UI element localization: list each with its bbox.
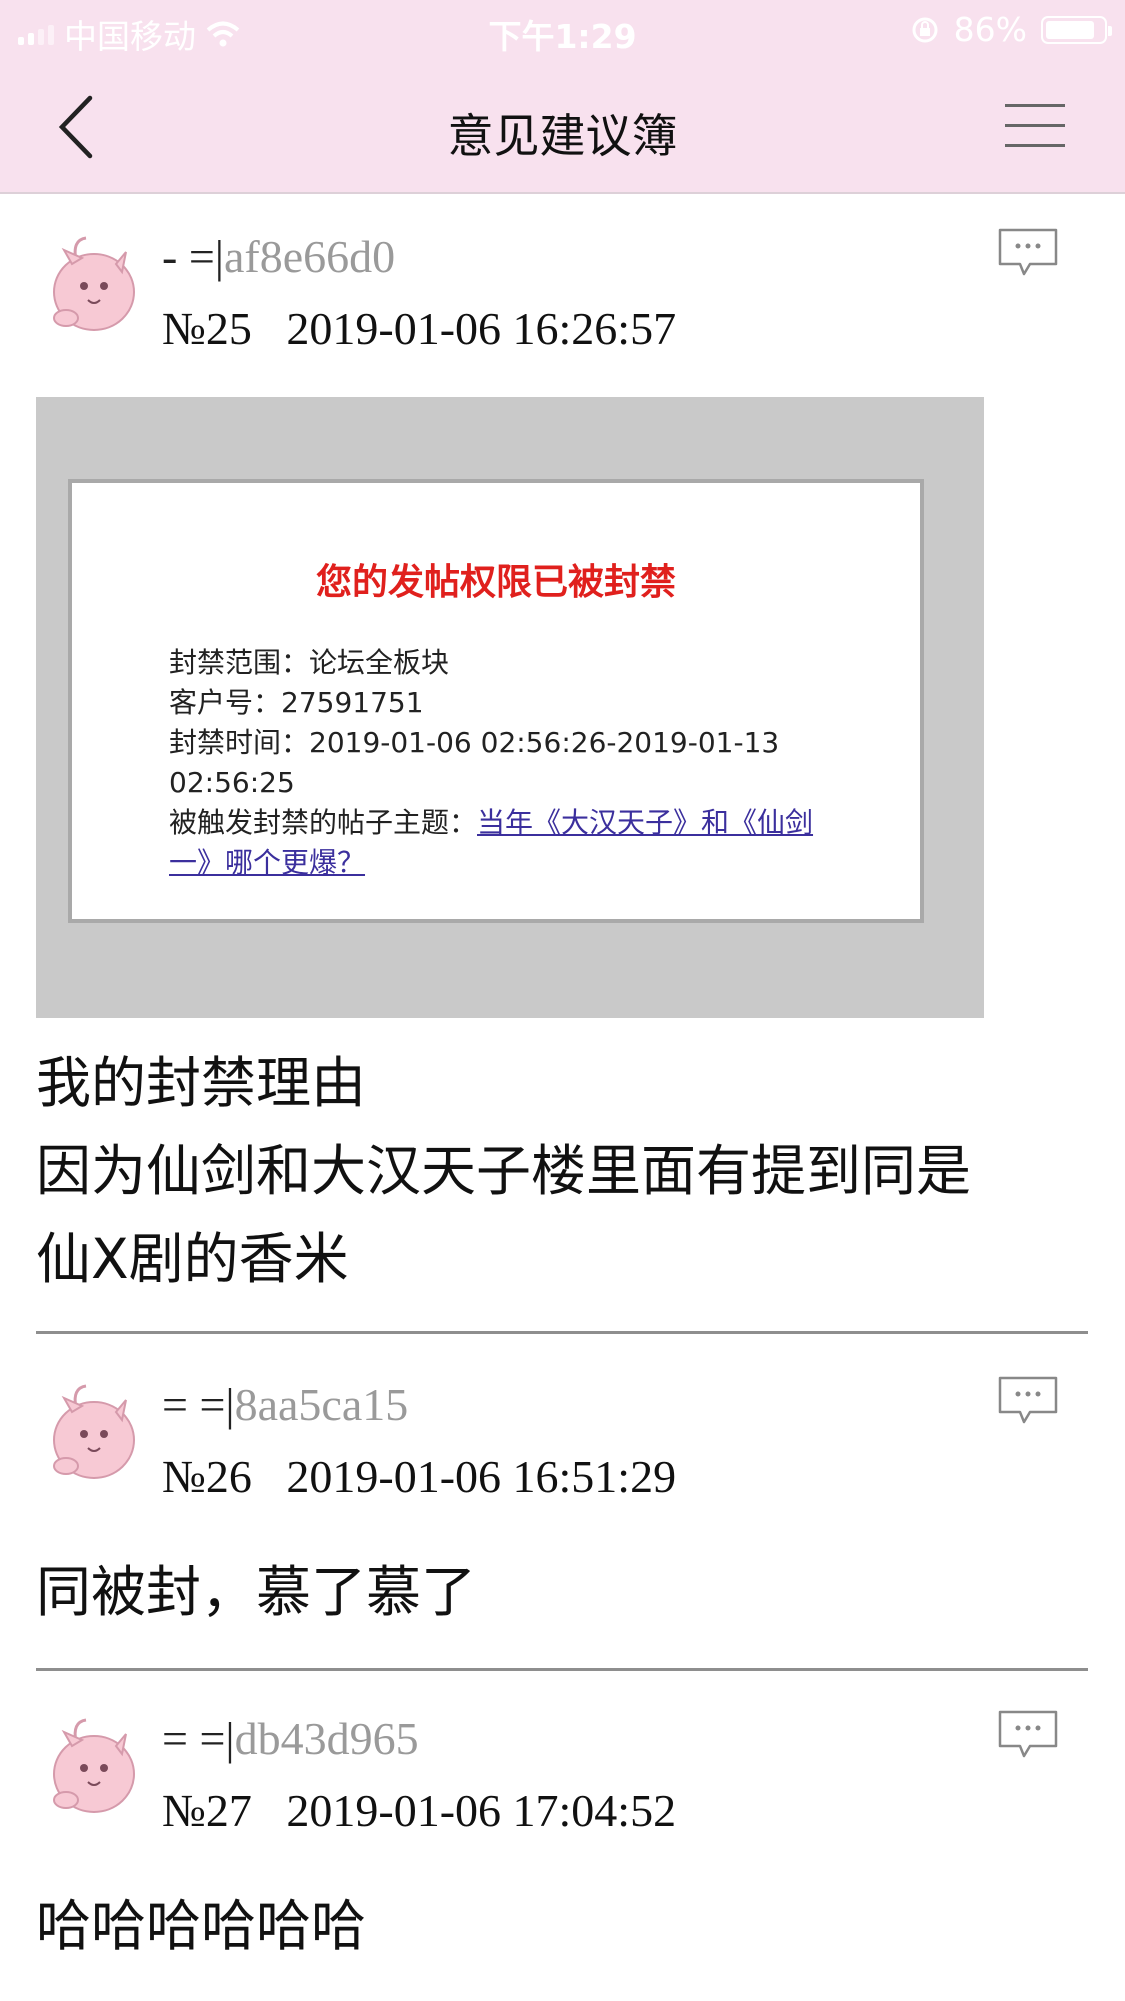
ban-details: 封禁范围：论坛全板块 客户号：27591751 封禁时间：2019-01-06 … (169, 643, 829, 883)
reply-icon[interactable] (996, 1374, 1060, 1426)
post-datetime: 2019-01-06 16:51:29 (286, 1451, 677, 1502)
name-prefix: = =| (162, 1713, 235, 1764)
menu-icon[interactable] (1005, 104, 1065, 150)
ban-time-line2: 02:56:25 (169, 766, 295, 799)
status-bar: 中国移动 下午1:29 86% (0, 0, 1125, 62)
content-line: 哈哈哈哈哈哈 (36, 1894, 367, 1958)
ban-warning: 您的发帖权限已被封禁 (315, 562, 676, 603)
reply-icon[interactable] (996, 1708, 1060, 1760)
name-prefix: = =| (162, 1379, 235, 1430)
post-meta: №27 2019-01-06 17:04:52 (162, 1784, 676, 1837)
content-line: 仙X剧的香米 (36, 1227, 349, 1291)
ban-scope: 封禁范围：论坛全板块 (169, 646, 450, 679)
attached-image[interactable]: 您的发帖权限已被封禁 封禁范围：论坛全板块 客户号：27591751 封禁时间：… (36, 397, 984, 1018)
user-id: db43d965 (234, 1713, 419, 1764)
post-content: 我的封禁理由 因为仙剑和大汉天子楼里面有提到同是 仙X剧的香米 (36, 1039, 1096, 1303)
orientation-lock-icon (912, 17, 938, 42)
name-prefix: - =| (162, 231, 224, 282)
avatar-icon (53, 1384, 135, 1479)
post-content: 同被封，慕了慕了 (36, 1548, 1096, 1636)
battery-percent: 86% (953, 10, 1027, 49)
post-datetime: 2019-01-06 16:26:57 (286, 303, 677, 354)
avatar-icon (53, 236, 135, 331)
ban-notice-panel: 您的发帖权限已被封禁 封禁范围：论坛全板块 客户号：27591751 封禁时间：… (68, 479, 924, 923)
poster-name: = =|8aa5ca15 (162, 1378, 408, 1431)
poster-name: - =|af8e66d0 (162, 230, 395, 283)
post-divider (36, 1331, 1088, 1334)
ban-trigger-label: 被触发封禁的帖子主题： (169, 806, 478, 839)
post-divider (36, 1668, 1088, 1671)
poster-name: = =|db43d965 (162, 1712, 419, 1765)
nav-bar: 意见建议簿 (0, 62, 1125, 192)
content-line: 因为仙剑和大汉天子楼里面有提到同是 (36, 1139, 972, 1203)
page-title: 意见建议簿 (447, 109, 678, 163)
ban-time-line1: 封禁时间：2019-01-06 02:56:26-2019-01-13 (169, 726, 780, 759)
post-item: = =|db43d965 №27 2019-01-06 17:04:52 哈哈哈… (0, 1672, 1125, 2001)
post-item: - =|af8e66d0 №25 2019-01-06 16:26:57 您的发… (0, 192, 1125, 1335)
content-line: 同被封，慕了慕了 (36, 1560, 477, 1624)
post-number: №26 (162, 1451, 252, 1502)
post-number: №25 (162, 303, 252, 354)
battery-icon (1041, 15, 1112, 44)
content-line: 我的封禁理由 (36, 1051, 367, 1115)
app-header: 中国移动 下午1:29 86% 意见建议簿 (0, 0, 1125, 194)
user-id: 8aa5ca15 (234, 1379, 409, 1430)
post-meta: №25 2019-01-06 16:26:57 (162, 302, 676, 355)
ban-customer: 客户号：27591751 (169, 686, 424, 719)
post-meta: №26 2019-01-06 16:51:29 (162, 1450, 676, 1503)
reply-icon[interactable] (996, 226, 1060, 278)
status-right: 86% (910, 10, 1112, 49)
post-datetime: 2019-01-06 17:04:52 (286, 1785, 677, 1836)
post-number: №27 (162, 1785, 252, 1836)
post-content: 哈哈哈哈哈哈 (36, 1882, 1096, 1970)
ban-trigger: 被触发封禁的帖子主题：当年《大汉天子》和《仙剑一》哪个更爆？ (169, 803, 829, 883)
avatar-icon (53, 1718, 135, 1813)
user-id: af8e66d0 (223, 231, 396, 282)
post-item: = =|8aa5ca15 №26 2019-01-06 16:51:29 同被封… (0, 1338, 1125, 1672)
